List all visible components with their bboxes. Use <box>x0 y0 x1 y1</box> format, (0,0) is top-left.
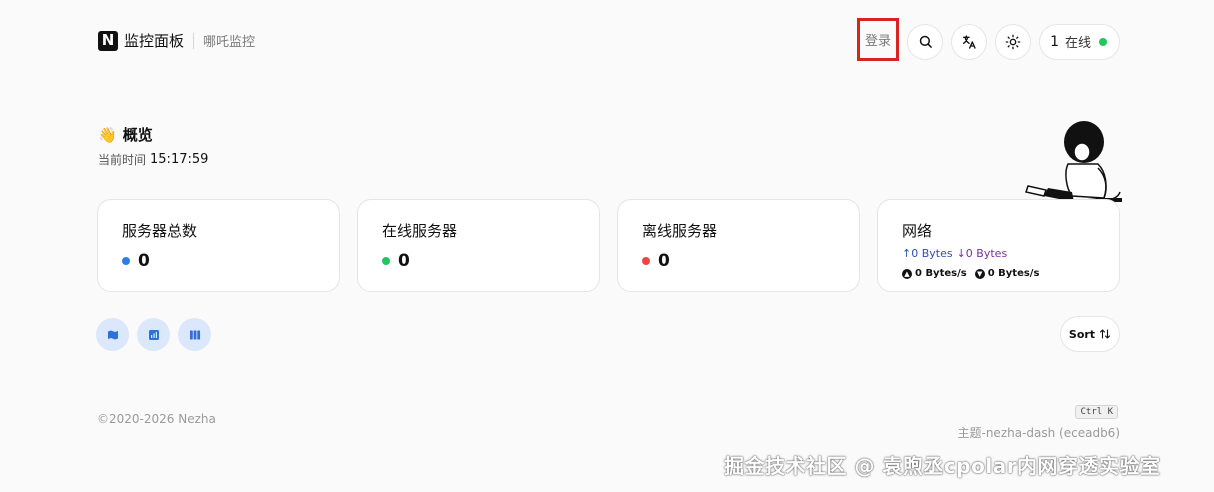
online-dot-icon <box>1099 37 1107 46</box>
theme-toggle-button[interactable] <box>995 23 1032 60</box>
columns-icon <box>189 330 200 339</box>
waving-hand-icon: 👋 <box>98 125 117 144</box>
download-speed: ▼ 0 Bytes/s <box>974 268 1040 279</box>
header: N 监控面板 哪吒监控 登录 1 在线 <box>98 18 1120 61</box>
online-count: 1 <box>1050 33 1059 50</box>
current-time-label: 当前时间 <box>98 153 147 167</box>
sort-arrows-icon <box>1100 329 1111 339</box>
search-button[interactable] <box>907 23 944 60</box>
online-status-pill: 1 在线 <box>1039 23 1120 60</box>
sort-label: Sort <box>1068 327 1096 341</box>
card-title: 网络 <box>902 222 933 240</box>
bar-chart-icon <box>148 329 159 340</box>
footer-copyright: ©2020-2026 Nezha <box>97 412 216 426</box>
language-button[interactable] <box>951 23 988 60</box>
header-actions: 登录 1 在线 <box>857 18 1120 61</box>
card-total-servers[interactable]: 服务器总数 0 <box>97 199 340 292</box>
sort-button[interactable]: Sort <box>1060 316 1120 352</box>
card-title: 服务器总数 <box>122 222 198 240</box>
grid-view-button[interactable] <box>178 318 211 351</box>
map-icon <box>107 330 118 339</box>
download-speed-value: 0 Bytes/s <box>987 268 1040 279</box>
brand-divider <box>193 32 195 49</box>
footer-theme-info: 主题-nezha-dash (eceadb6) <box>957 426 1121 440</box>
online-label: 在线 <box>1064 36 1091 51</box>
card-offline-servers[interactable]: 离线服务器 0 <box>617 199 860 292</box>
nezha-logo-icon: N <box>98 30 118 51</box>
card-value-row: 0 <box>642 251 835 271</box>
card-value: 0 <box>138 251 150 271</box>
arrow-down-circle-icon: ▼ <box>974 269 985 279</box>
status-dot-icon <box>122 257 130 265</box>
status-dot-icon <box>642 257 650 265</box>
dashboard-page: N 监控面板 哪吒监控 登录 1 在线 👋 概览 当前时间 15:17:59 服… <box>0 0 1214 492</box>
command-shortcut-badge[interactable]: Ctrl K <box>1075 405 1118 419</box>
upload-speed: ▲ 0 Bytes/s <box>902 268 967 279</box>
overview-heading: 👋 概览 <box>98 124 208 145</box>
network-upload-total: ↑0 Bytes <box>902 247 953 260</box>
watermark-text: 掘金技术社区 @ 袁煦丞cpolar内网穿透实验室 <box>724 454 1161 478</box>
card-value-row: 0 <box>382 251 575 271</box>
view-toggle-group <box>96 318 211 351</box>
overview-title: 概览 <box>122 126 153 144</box>
brand[interactable]: N 监控面板 哪吒监控 <box>98 30 255 51</box>
arrow-up-circle-icon: ▲ <box>902 269 912 279</box>
card-title: 离线服务器 <box>642 222 718 240</box>
sun-icon <box>1005 34 1021 49</box>
overview-section: 👋 概览 当前时间 15:17:59 <box>98 124 208 168</box>
search-icon <box>919 35 932 48</box>
network-download-total: ↓0 Bytes <box>956 247 1008 260</box>
current-time-value: 15:17:59 <box>150 152 209 167</box>
chart-view-button[interactable] <box>137 318 170 351</box>
page-title: 监控面板 <box>124 32 185 50</box>
translate-icon <box>963 34 976 49</box>
card-online-servers[interactable]: 在线服务器 0 <box>357 199 600 292</box>
map-view-button[interactable] <box>96 318 129 351</box>
login-button[interactable]: 登录 <box>857 18 900 61</box>
card-title: 在线服务器 <box>382 222 458 240</box>
card-value: 0 <box>658 251 670 271</box>
summary-cards: 服务器总数 0 在线服务器 0 离线服务器 0 网络 ↑0 Bytes ↓0 B… <box>97 199 1120 292</box>
brand-subtitle: 哪吒监控 <box>203 35 256 50</box>
network-speed: ▲ 0 Bytes/s ▼ 0 Bytes/s <box>902 268 1095 279</box>
card-value-row: 0 <box>122 251 315 271</box>
current-time: 当前时间 15:17:59 <box>98 151 208 168</box>
card-value: 0 <box>398 251 410 271</box>
upload-speed-value: 0 Bytes/s <box>915 268 967 279</box>
network-traffic: ↑0 Bytes ↓0 Bytes <box>902 247 1095 260</box>
card-network: 网络 ↑0 Bytes ↓0 Bytes ▲ 0 Bytes/s ▼ 0 Bytes… <box>877 199 1120 292</box>
status-dot-icon <box>382 257 390 265</box>
